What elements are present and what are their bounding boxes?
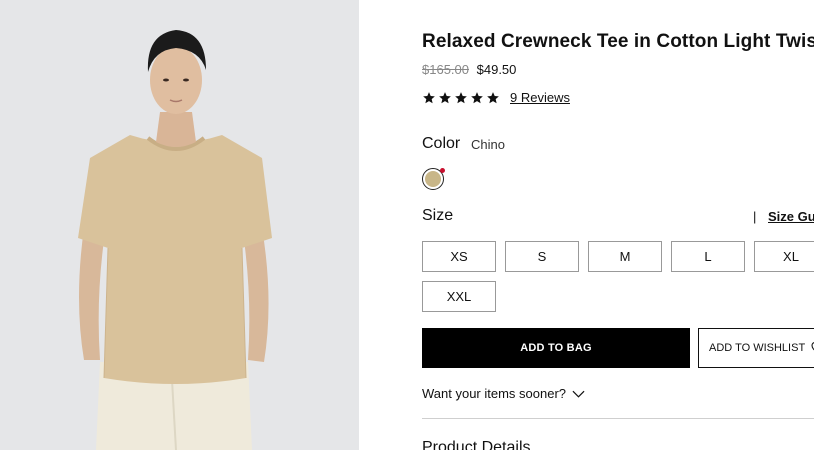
add-to-wishlist-button[interactable]: ADD TO WISHLIST [698,328,814,368]
add-to-bag-label: ADD TO BAG [520,342,592,354]
chevron-down-icon [572,390,585,398]
product-info-panel: Relaxed Crewneck Tee in Cotton Light Twi… [422,0,814,450]
original-price: $165.00 [422,62,469,77]
color-label: Color [422,135,461,152]
color-swatch-chino[interactable] [422,168,445,190]
swatch-indicator-dot [440,168,445,173]
size-option-xs[interactable]: XS [422,241,496,272]
add-to-wishlist-label: ADD TO WISHLIST [709,342,806,354]
size-option-s[interactable]: S [505,241,579,272]
star-icon [439,91,451,103]
sale-price: $49.50 [476,62,517,77]
size-option-m[interactable]: M [588,241,662,272]
star-icon [423,91,435,103]
size-guide-link[interactable]: Size Guide [768,209,814,224]
rating-row: 9 Reviews [422,90,570,105]
size-option-xl[interactable]: XL [754,241,814,272]
size-option-l[interactable]: L [671,241,745,272]
star-rating [422,91,500,105]
star-icon [455,91,467,103]
size-guide-separator: | [753,209,757,224]
delivery-prompt: Want your items sooner? [422,386,567,401]
star-icon [471,91,483,103]
size-label: Size [422,207,454,224]
product-photo-illustration [0,0,359,450]
divider [422,418,814,419]
product-image[interactable] [0,0,359,450]
price-block: $165.00 $49.50 [422,62,516,77]
star-icon [487,91,499,103]
size-option-xxl[interactable]: XXL [422,281,496,312]
delivery-options-toggle[interactable]: Want your items sooner? [422,386,585,401]
swatch-fill [425,171,441,187]
reviews-link[interactable]: 9 Reviews [510,90,570,105]
add-to-bag-button[interactable]: ADD TO BAG [422,328,690,368]
size-guide: | Size Guide [753,209,814,224]
product-title: Relaxed Crewneck Tee in Cotton Light Twi… [422,31,814,52]
product-details-heading[interactable]: Product Details [422,439,531,450]
selected-color-name: Chino [471,137,505,152]
